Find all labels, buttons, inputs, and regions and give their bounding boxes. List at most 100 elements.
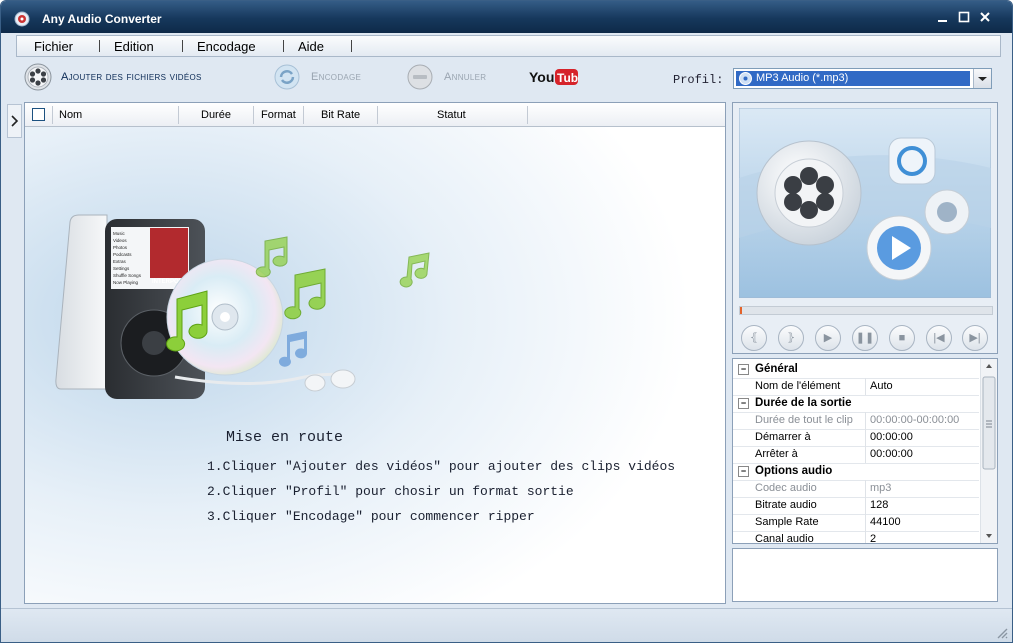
property-row[interactable]: Nom de l'élément Auto (733, 378, 979, 396)
property-key: Canal audio (755, 533, 814, 544)
column-divider (865, 412, 866, 429)
select-all-checkbox[interactable] (32, 108, 45, 121)
column-divider (178, 106, 179, 124)
window-title: Any Audio Converter (42, 12, 162, 26)
ipod-menu-item: Settings (113, 266, 130, 271)
group-audio-options[interactable]: − Options audio (733, 463, 979, 481)
dropdown-arrow[interactable] (973, 69, 991, 88)
youtube-button[interactable]: You Tube (529, 67, 585, 87)
resize-grip-icon[interactable] (996, 627, 1008, 639)
group-general[interactable]: − Général (733, 361, 979, 379)
stop-button[interactable]: ■ (889, 325, 915, 351)
scrollbar-track (982, 364, 996, 538)
property-row: Durée de tout le clip 00:00:00-00:00:00 (733, 412, 979, 430)
column-divider (865, 514, 866, 531)
property-key: Bitrate audio (755, 499, 817, 511)
mark-end-button[interactable]: ⦄ (778, 325, 804, 351)
property-value: 00:00:00-00:00:00 (870, 414, 960, 426)
welcome-illustration: Music Videos Photos Podcasts Extras Sett… (25, 127, 725, 603)
ipod-menu-item: Now Playing (113, 280, 139, 285)
cancel-label: Annuler (444, 71, 487, 83)
property-value[interactable]: 00:00:00 (870, 431, 913, 443)
property-row[interactable]: Sample Rate 44100 (733, 514, 979, 532)
column-bitrate[interactable]: Bit Rate (321, 109, 360, 121)
column-divider (865, 378, 866, 395)
property-row[interactable]: Canal audio 2 (733, 531, 979, 544)
title-bar[interactable]: Any Audio Converter (1, 1, 1012, 33)
column-format[interactable]: Format (261, 109, 296, 121)
property-key: Nom de l'élément (755, 380, 841, 392)
property-value[interactable]: 00:00:00 (870, 448, 913, 460)
profile-label: Profil: (673, 73, 724, 87)
property-value[interactable]: 128 (870, 499, 888, 511)
profile-value: MP3 Audio (*.mp3) (756, 72, 849, 84)
scroll-up-icon (986, 364, 992, 368)
scroll-down-icon (986, 534, 992, 538)
property-description-box (732, 548, 998, 602)
group-label: Général (755, 363, 798, 375)
ipod-menu-item: Podcasts (113, 252, 132, 257)
file-list-panel[interactable]: Nom Durée Format Bit Rate Statut Music V… (24, 102, 726, 604)
minimize-icon[interactable] (935, 9, 951, 25)
maximize-icon[interactable] (956, 9, 972, 25)
encode-label: Encodage (311, 71, 362, 83)
mark-start-button[interactable]: ⦃ (741, 325, 767, 351)
next-button[interactable]: ▶| (962, 325, 988, 351)
close-icon[interactable] (977, 9, 993, 25)
previous-button[interactable]: |◀ (926, 325, 952, 351)
property-value[interactable]: 44100 (870, 516, 901, 528)
sidebar-toggle[interactable] (7, 104, 22, 138)
play-button[interactable]: ▶ (815, 325, 841, 351)
app-window: Any Audio Converter Fichier Edition Enco… (0, 0, 1013, 643)
property-row[interactable]: Arrêter à 00:00:00 (733, 446, 979, 464)
menu-separator (283, 40, 284, 52)
property-key: Démarrer à (755, 431, 811, 443)
svg-text:You: You (529, 69, 554, 85)
column-divider (865, 531, 866, 543)
menu-encoding[interactable]: Encodage (197, 39, 256, 54)
seek-position (740, 307, 742, 314)
seek-bar[interactable] (739, 306, 993, 315)
menu-help[interactable]: Aide (298, 39, 324, 54)
youtube-logo-icon: You Tube (529, 69, 585, 85)
column-divider (865, 429, 866, 446)
menu-separator (182, 40, 183, 52)
menu-separator (99, 40, 100, 52)
properties-scrollbar[interactable] (980, 359, 997, 543)
menu-file[interactable]: Fichier (34, 39, 73, 54)
svg-text:Tube: Tube (557, 71, 579, 85)
property-key: Sample Rate (755, 516, 819, 528)
ipod-menu-item: Videos (113, 238, 127, 243)
collapse-icon[interactable]: − (738, 398, 749, 409)
property-value[interactable]: Auto (870, 380, 893, 392)
pause-button[interactable]: ❚❚ (852, 325, 878, 351)
property-row: Codec audio mp3 (733, 480, 979, 498)
preview-artwork (739, 108, 991, 298)
group-output-duration[interactable]: − Durée de la sortie (733, 395, 979, 413)
collapse-icon[interactable]: − (738, 466, 749, 477)
menu-edit[interactable]: Edition (114, 39, 154, 54)
property-key: Codec audio (755, 482, 817, 494)
profile-dropdown[interactable]: MP3 Audio (*.mp3) (733, 68, 992, 89)
property-value[interactable]: 2 (870, 533, 876, 543)
column-divider (303, 106, 304, 124)
property-row[interactable]: Bitrate audio 128 (733, 497, 979, 515)
ipod-menu-item: Extras (113, 259, 127, 264)
group-label: Durée de la sortie (755, 397, 852, 409)
column-name[interactable]: Nom (59, 109, 82, 121)
column-status[interactable]: Statut (437, 109, 466, 121)
stop-icon (407, 64, 433, 90)
property-row[interactable]: Démarrer à 00:00:00 (733, 429, 979, 447)
ipod-menu-item: Photos (113, 245, 128, 250)
getting-started-step-2: 2.Cliquer "Profil" pour chosir un format… (207, 484, 574, 499)
properties-grid[interactable]: − Général Nom de l'élément Auto − Durée … (732, 358, 998, 544)
column-divider (865, 446, 866, 463)
group-label: Options audio (755, 465, 833, 477)
property-key: Durée de tout le clip (755, 414, 853, 426)
file-table-header: Nom Durée Format Bit Rate Statut (25, 103, 725, 127)
preview-panel: ⦃ ⦄ ▶ ❚❚ ■ |◀ ▶| (732, 102, 998, 354)
column-duration[interactable]: Durée (201, 109, 231, 121)
chevron-down-icon (978, 77, 987, 81)
collapse-icon[interactable]: − (738, 364, 749, 375)
column-divider (253, 106, 254, 124)
